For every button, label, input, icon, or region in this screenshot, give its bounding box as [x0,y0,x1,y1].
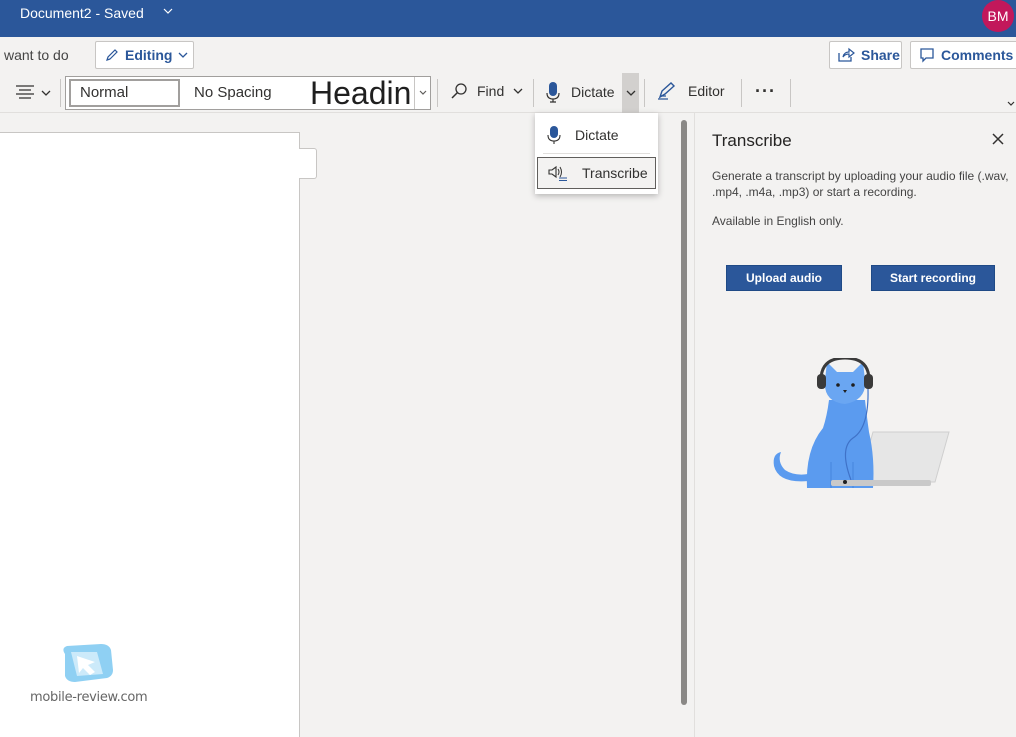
start-recording-button[interactable]: Start recording [871,265,995,291]
search-icon [451,83,467,99]
pane-title: Transcribe [712,131,792,150]
editor-button[interactable]: Editor [656,81,725,101]
dictate-label: Dictate [571,84,615,100]
microphone-icon [547,126,561,144]
chevron-down-icon [41,90,51,96]
watermark-text: mobile-review.com [30,690,148,705]
save-status: Saved [104,5,144,21]
pencil-icon [106,49,118,61]
paragraph-align-button[interactable] [14,81,54,105]
share-button[interactable]: Share [829,41,902,69]
editor-label: Editor [688,83,725,99]
page-marker [299,148,317,179]
editing-label: Editing [125,47,173,63]
pane-description: Generate a transcript by uploading your … [712,169,1009,199]
tell-me-search[interactable]: want to do [4,47,69,63]
menu-item-transcribe[interactable]: Transcribe [537,157,656,189]
menu-divider [543,153,650,154]
share-icon [838,47,855,62]
editor-pen-icon [658,82,676,100]
upload-audio-button[interactable]: Upload audio [726,265,842,291]
menu-item-dictate[interactable]: Dictate [537,119,656,151]
divider [741,79,742,107]
style-no-spacing[interactable]: No Spacing [194,79,272,107]
transcribe-pane: Transcribe Generate a transcript by uplo… [694,113,1016,737]
more-options-button[interactable]: ··· [755,81,776,101]
watermark: mobile-review.com [30,640,148,715]
mobile-review-logo [63,644,113,682]
dictate-dropdown-button[interactable] [622,73,639,113]
microphone-icon [546,82,560,103]
editing-mode-button[interactable]: Editing [95,41,194,69]
share-label: Share [861,47,900,63]
vertical-scrollbar[interactable] [681,120,687,705]
document-title[interactable]: Document2 - Saved [20,5,144,21]
style-heading[interactable]: Headin [310,75,411,111]
style-normal[interactable]: Normal [69,79,180,107]
document-name: Document2 [20,5,92,21]
availability-note: Available in English only. [712,214,844,228]
avatar[interactable]: BM [982,0,1014,32]
comments-label: Comments [941,47,1014,63]
dictate-menu: Dictate Transcribe [535,113,658,194]
menu-item-label: Dictate [575,127,619,143]
chevron-down-icon[interactable] [1006,99,1016,112]
comments-button[interactable]: Comments [910,41,1016,69]
divider [533,79,534,107]
title-separator: - [95,5,101,21]
styles-gallery: Normal No Spacing Headin [65,75,431,111]
chevron-down-icon [178,52,188,58]
cat-with-headphones-illustration [773,358,950,488]
chevron-down-icon[interactable] [162,5,174,20]
menu-item-label: Transcribe [582,165,648,181]
divider [60,79,61,107]
chevron-down-icon [513,88,523,94]
ribbon: Normal No Spacing Headin Find Dictate Ed… [0,73,1016,113]
command-bar: want to do Editing Share Comments [0,37,1016,73]
title-bar: Document2 - Saved BM [0,0,1016,37]
styles-expand-button[interactable] [414,77,430,109]
find-label: Find [477,83,505,99]
divider [790,79,791,107]
chevron-down-icon [419,90,426,95]
divider [644,79,645,107]
dictate-button[interactable]: Dictate [545,81,615,103]
comment-icon [920,48,934,63]
chevron-down-icon [626,90,635,96]
divider [437,79,438,107]
close-icon[interactable] [990,131,1006,147]
find-button[interactable]: Find [449,81,524,101]
align-icon [16,85,34,99]
transcribe-icon [548,165,567,182]
